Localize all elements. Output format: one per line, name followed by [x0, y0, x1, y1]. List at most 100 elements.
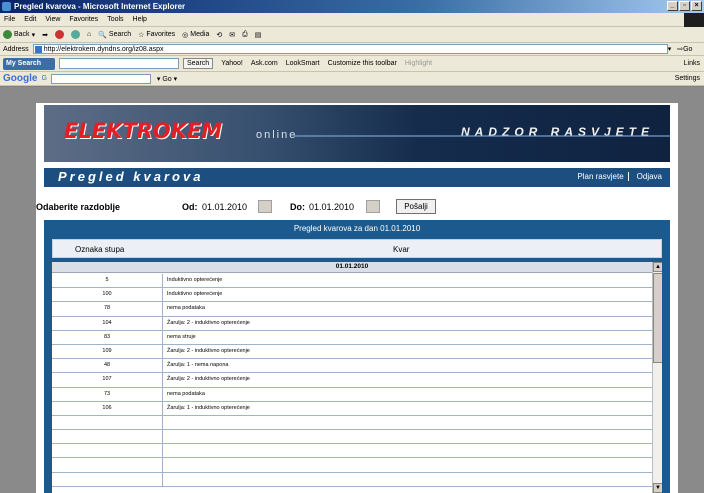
- search-toolbar: My Search Search Yahoo! Ask.com LookSmar…: [0, 56, 704, 72]
- pole-id-cell: 73: [52, 387, 163, 401]
- edit-button[interactable]: ▤: [255, 31, 262, 39]
- pole-id-cell: 5: [52, 274, 163, 288]
- page-icon: [34, 46, 42, 53]
- star-icon: ☆: [138, 31, 145, 39]
- history-icon: ⟲: [216, 31, 223, 39]
- highlight-button[interactable]: Highlight: [405, 60, 432, 67]
- table-row[interactable]: 5 Induktivno opterećenje: [52, 274, 652, 289]
- media-button[interactable]: ◎ Media: [182, 31, 209, 39]
- banner-title: NADZOR RASVJETE: [460, 125, 654, 139]
- stop-button[interactable]: [54, 30, 64, 39]
- from-date-input[interactable]: 01.01.2010: [202, 202, 247, 212]
- table-row[interactable]: 106 Žarulja: 1 - induktivno opterećenje: [52, 401, 652, 416]
- looksmart-link[interactable]: LookSmart: [286, 60, 320, 67]
- column-header-pole[interactable]: Oznaka stupa: [75, 245, 124, 254]
- pole-id-cell: 83: [52, 330, 163, 344]
- scroll-thumb[interactable]: [653, 273, 662, 363]
- yahoo-link[interactable]: Yahoo!: [221, 60, 243, 67]
- pole-id-cell: 100: [52, 288, 163, 302]
- scroll-down-icon[interactable]: ▼: [653, 483, 662, 493]
- customize-toolbar-button[interactable]: Customize this toolbar: [328, 60, 397, 67]
- search-button[interactable]: 🔍 Search: [98, 31, 131, 39]
- table-row[interactable]: 78 nema podataka: [52, 302, 652, 317]
- logout-link[interactable]: Odjava: [635, 172, 664, 181]
- search-icon: 🔍: [98, 31, 107, 39]
- refresh-button[interactable]: [70, 30, 80, 39]
- google-logo: Google: [3, 73, 38, 84]
- favorites-button[interactable]: ☆ Favorites: [138, 31, 175, 39]
- grid-scrollbar[interactable]: ▲ ▼: [652, 262, 662, 493]
- maximize-button[interactable]: ▫: [679, 1, 690, 11]
- minimize-button[interactable]: _: [667, 1, 678, 11]
- group-date-header: 01.01.2010: [52, 262, 652, 273]
- table-row[interactable]: 48 Žarulja: 1 - nema napona: [52, 359, 652, 374]
- page-title: Pregled kvarova: [58, 169, 204, 184]
- home-button[interactable]: ⌂: [87, 31, 91, 38]
- history-button[interactable]: ⟲: [216, 31, 222, 39]
- google-search-input[interactable]: [50, 73, 151, 84]
- ask-link[interactable]: Ask.com: [251, 60, 278, 67]
- address-bar: Address http://elektrokem.dyndns.org/iz0…: [0, 43, 704, 56]
- column-header-fault[interactable]: Kvar: [393, 245, 409, 254]
- address-label: Address: [3, 45, 29, 53]
- google-options-icon[interactable]: ▾ Go ▾: [157, 75, 177, 83]
- from-label: Od:: [182, 202, 198, 212]
- table-row[interactable]: 83 nema struje: [52, 330, 652, 345]
- mail-button[interactable]: ✉: [229, 31, 235, 39]
- plan-rasvjete-link[interactable]: Plan rasvjete: [575, 172, 625, 181]
- menu-file[interactable]: File: [4, 16, 15, 23]
- table-row[interactable]: [52, 458, 652, 473]
- close-button[interactable]: ×: [691, 1, 702, 11]
- print-icon: ⎙: [242, 30, 248, 38]
- table-row[interactable]: [52, 472, 652, 487]
- table-row[interactable]: [52, 444, 652, 459]
- table-row[interactable]: 107 Žarulja: 2 - induktivno opterećenje: [52, 373, 652, 388]
- elektrokem-logo[interactable]: ELEKTROKEM: [64, 119, 222, 143]
- browser-viewport: ELEKTROKEM online NADZOR RASVJETE Pregle…: [0, 87, 704, 493]
- back-button[interactable]: Back ▾: [3, 30, 35, 39]
- table-row[interactable]: [52, 430, 652, 445]
- to-calendar-button[interactable]: [366, 200, 380, 213]
- toolbar-search-input[interactable]: [59, 58, 179, 69]
- pole-id-cell: 106: [52, 401, 163, 415]
- forward-button[interactable]: ➡: [42, 31, 48, 39]
- toolbar-search-button[interactable]: Search: [183, 58, 214, 69]
- menu-favorites[interactable]: Favorites: [69, 16, 98, 23]
- menu-view[interactable]: View: [45, 16, 60, 23]
- table-row[interactable]: 104 Žarulja: 2 - induktivno opterećenje: [52, 316, 652, 331]
- table-row[interactable]: 109 Žarulja: 2 - induktivno opterećenje: [52, 344, 652, 360]
- links-label[interactable]: Links: [684, 60, 700, 67]
- pole-id-cell: [52, 458, 163, 472]
- date-filter: Odaberite razdoblje Od: 01.01.2010 Do: 0…: [36, 199, 678, 215]
- window-titlebar: Pregled kvarova - Microsoft Internet Exp…: [0, 0, 704, 13]
- menu-edit[interactable]: Edit: [24, 16, 36, 23]
- print-button[interactable]: ⎙: [242, 31, 248, 39]
- menu-help[interactable]: Help: [133, 16, 147, 23]
- pole-id-cell: 104: [52, 316, 163, 330]
- go-button[interactable]: ⇨Go: [677, 45, 692, 53]
- from-calendar-button[interactable]: [258, 200, 272, 213]
- table-row[interactable]: 73 nema podataka: [52, 387, 652, 402]
- google-toolbar: Google G ▾ Go ▾ Settings: [0, 72, 704, 86]
- scroll-up-icon[interactable]: ▲: [653, 262, 662, 272]
- address-dropdown-icon[interactable]: ▾: [668, 45, 672, 53]
- to-date-input[interactable]: 01.01.2010: [309, 202, 354, 212]
- header-nav: Plan rasvjete Odjava: [575, 172, 664, 181]
- google-g-button[interactable]: G: [41, 75, 46, 82]
- web-page: ELEKTROKEM online NADZOR RASVJETE Pregle…: [36, 103, 678, 493]
- fault-cell: Žarulja: 2 - induktivno opterećenje: [167, 319, 250, 326]
- pole-id-cell: 48: [52, 359, 163, 373]
- address-input[interactable]: http://elektrokem.dyndns.org/iz08.aspx: [32, 44, 668, 54]
- my-search-logo[interactable]: My Search: [3, 57, 55, 70]
- table-row[interactable]: 100 Induktivno opterećenje: [52, 288, 652, 303]
- fault-cell: nema podataka: [167, 390, 205, 397]
- pole-id-cell: [52, 430, 163, 444]
- google-settings-button[interactable]: Settings: [675, 75, 700, 82]
- to-label: Do:: [290, 202, 305, 212]
- send-button[interactable]: Pošalji: [396, 199, 436, 214]
- menu-tools[interactable]: Tools: [107, 16, 123, 23]
- panel-title: Pregled kvarova za dan 01.01.2010: [293, 224, 421, 233]
- pole-id-cell: 107: [52, 373, 163, 387]
- table-row[interactable]: [52, 415, 652, 431]
- edit-icon: ▤: [254, 31, 262, 39]
